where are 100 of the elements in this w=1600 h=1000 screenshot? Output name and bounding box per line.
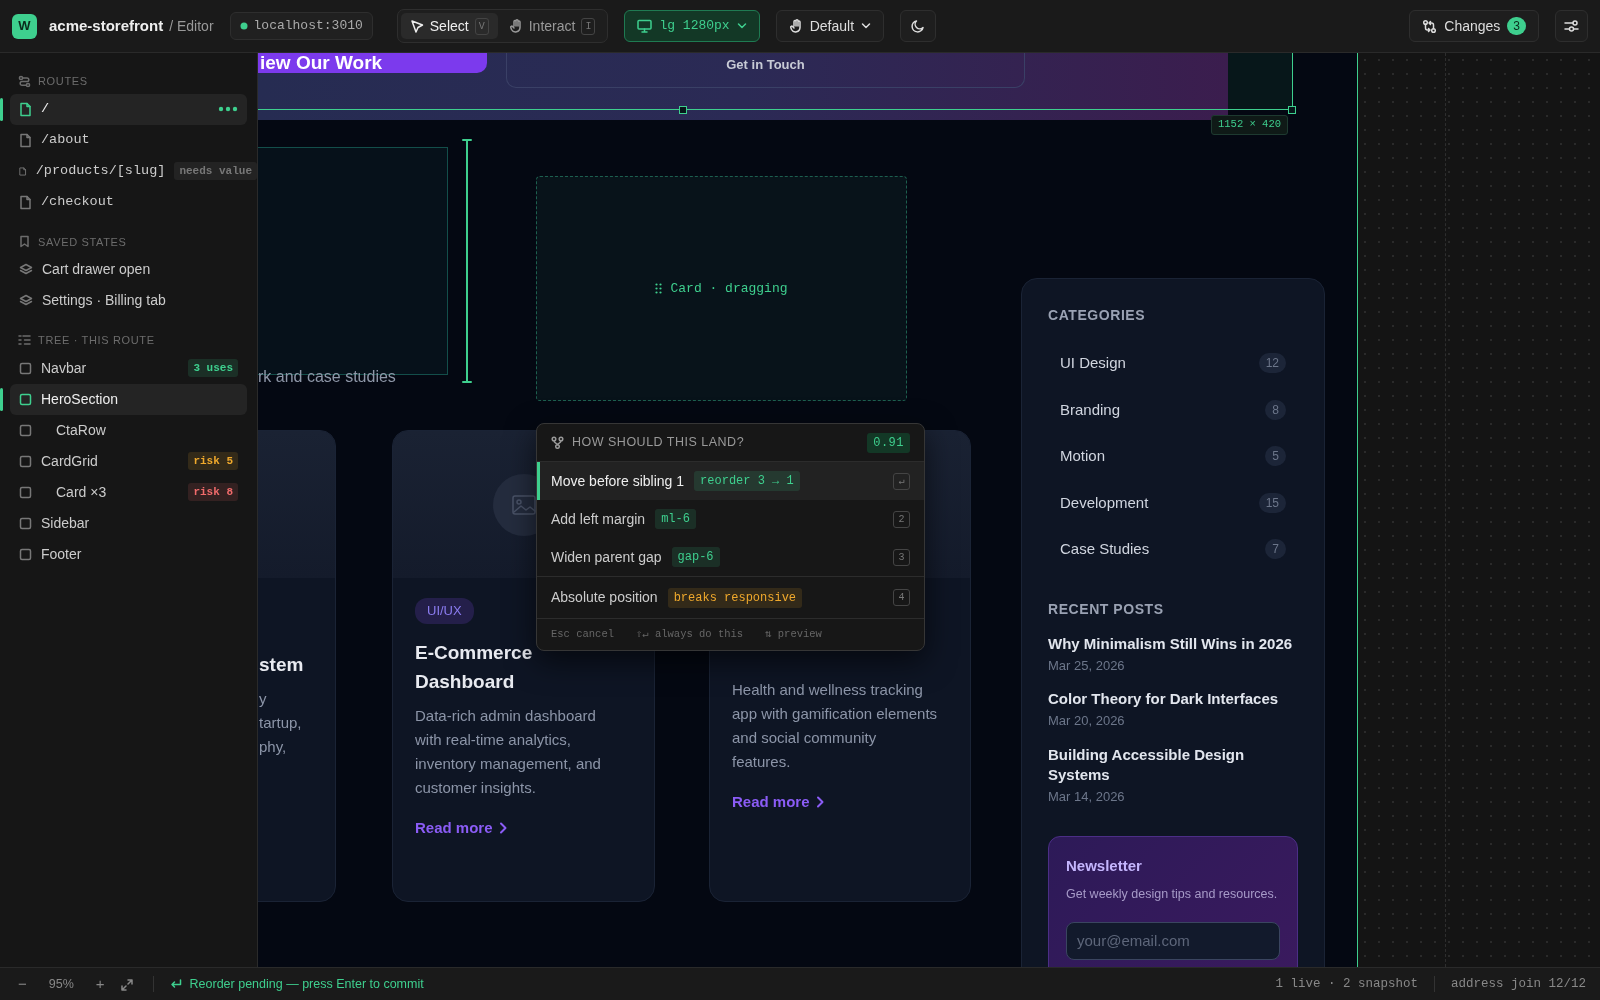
shortcut-key: 4 <box>893 589 910 606</box>
post-date: Mar 25, 2026 <box>1048 656 1126 675</box>
post-date: Mar 14, 2026 <box>1048 787 1126 806</box>
email-field[interactable]: your@email.com <box>1066 921 1280 960</box>
mode-tab[interactable]: Interact I <box>499 13 605 39</box>
sidebar-item[interactable]: Settings · Billing tab <box>10 285 247 316</box>
option-tag: ml-6 <box>655 509 696 529</box>
sidebar-item[interactable]: Cart drawer open <box>10 254 247 285</box>
popover-title: HOW SHOULD THIS LAND? <box>572 434 745 452</box>
card-text: tartup, <box>259 713 303 733</box>
post-title-link[interactable]: Building Accessible Design Systems <box>1048 744 1298 785</box>
grip-icon <box>655 283 663 294</box>
hero-secondary-button[interactable]: Get in Touch <box>506 53 1025 88</box>
sidebar-item[interactable]: /checkout <box>10 186 247 218</box>
score-badge: 0.91 <box>867 432 910 453</box>
card-text: y <box>259 689 268 709</box>
post-title-link[interactable]: Color Theory for Dark Interfaces <box>1048 689 1298 709</box>
count-badge: 12 <box>1258 353 1286 374</box>
breakpoint-dropdown[interactable]: lg 1280px <box>624 10 760 42</box>
section-heading: SAVED STATES <box>38 234 127 250</box>
changes-button[interactable]: Changes 3 <box>1409 10 1539 42</box>
selection-fill <box>1228 53 1292 110</box>
section-heading: ROUTES <box>38 74 88 89</box>
read-more-link[interactable]: Read more <box>415 816 507 839</box>
card-description: Health and wellness tracking app with gamification elements and social community features. <box>732 680 938 772</box>
category-link[interactable]: UI Design 12 <box>1048 340 1298 387</box>
shortcut-key: 2 <box>893 510 910 528</box>
option-item[interactable]: Widen parent gap gap-6 3 <box>537 538 924 576</box>
category-link[interactable]: Case Studies 7 <box>1048 526 1298 573</box>
count-badge: 5 <box>1265 446 1286 467</box>
square-icon <box>19 454 32 468</box>
session-count: 1 live · 2 snapshot <box>1275 975 1418 993</box>
square-icon <box>19 361 32 375</box>
branch-icon <box>551 436 564 449</box>
post-date: Mar 20, 2026 <box>1048 712 1126 730</box>
zoom-out-button[interactable]: − <box>14 972 31 996</box>
body-text: rk and case studies <box>258 367 396 387</box>
expand-icon <box>120 978 133 991</box>
square-icon <box>19 392 32 406</box>
post-title-link[interactable]: Why Minimalism Still Wins in 2026 <box>1048 633 1298 654</box>
shortcut-key: ↵ <box>893 472 910 490</box>
enter-icon <box>169 978 182 990</box>
option-item[interactable]: Add left margin ml-6 2 <box>537 500 924 538</box>
gap-indicator-icon <box>462 139 472 383</box>
sidebar-item[interactable]: /products/[slug] needs value <box>10 155 257 187</box>
category-link[interactable]: Development 15 <box>1048 479 1298 526</box>
sidebar-item[interactable]: CardGrid risk 5 <box>10 445 247 477</box>
sliders-icon <box>1564 19 1579 33</box>
category-link[interactable]: Branding 8 <box>1048 386 1298 433</box>
logo: W <box>12 13 37 39</box>
option-item[interactable]: Move before sibling 1 reorder 3 → 1 ↵ <box>537 462 924 500</box>
option-tag: gap-6 <box>671 547 720 567</box>
count-badge: 7 <box>1265 539 1286 560</box>
chevron-right-icon <box>815 796 824 809</box>
resize-handle[interactable] <box>1288 106 1296 114</box>
monitor-icon <box>637 19 653 33</box>
section-heading: RECENT POSTS <box>1048 599 1165 619</box>
sidebar-item[interactable]: /about <box>10 124 247 156</box>
chevron-down-icon <box>736 22 747 30</box>
sidebar-item[interactable]: Sidebar <box>10 507 247 539</box>
resize-handle[interactable] <box>679 106 687 114</box>
count-badge: 15 <box>1258 492 1286 513</box>
shortcut-key: I <box>581 17 596 35</box>
tag-badge: needs value <box>174 161 257 181</box>
shortcut-key: V <box>474 17 489 35</box>
sidebar-item[interactable]: Footer <box>10 538 247 570</box>
pointer-dropdown[interactable]: Default <box>775 10 884 42</box>
project-name: acme-storefront <box>49 15 164 36</box>
square-icon <box>19 516 32 530</box>
hero-primary-button[interactable]: iew Our Work <box>258 53 487 73</box>
status-dot-icon <box>239 22 248 30</box>
hand-icon <box>788 19 803 33</box>
option-tag: reorder 3 → 1 <box>694 471 800 491</box>
card-title: E-Commerce Dashboard <box>415 640 534 694</box>
more-icon <box>218 106 238 112</box>
layers-icon <box>19 262 33 277</box>
server-address: localhost:3010 <box>253 17 363 36</box>
settings-button[interactable] <box>1555 10 1588 42</box>
drag-ghost[interactable]: Card · dragging <box>536 176 907 401</box>
moon-icon <box>911 19 925 33</box>
breadcrumb-text: / Editor <box>169 16 214 36</box>
category-tag: UI/UX <box>415 598 474 624</box>
sidebar-item[interactable]: CtaRow <box>10 414 247 446</box>
theme-toggle-button[interactable] <box>900 10 936 42</box>
section-icon <box>18 235 31 249</box>
sidebar-item[interactable]: Card ×3 risk 8 <box>10 476 247 508</box>
option-item[interactable]: Absolute position breaks responsive 4 <box>537 576 924 618</box>
cursor-icon <box>409 19 424 33</box>
count-badge: 8 <box>1265 399 1286 420</box>
section-icon <box>18 74 31 88</box>
read-more-link[interactable]: Read more <box>732 791 824 814</box>
square-icon <box>19 547 32 561</box>
shortcut-hint: ⇅ preview <box>765 626 822 642</box>
dimension-label: 1152 × 420 <box>1211 115 1288 135</box>
category-link[interactable]: Motion 5 <box>1048 433 1298 480</box>
drag-label: Card · dragging <box>670 279 788 298</box>
card-description: Data-rich admin dashboard with real-time analytics, inventory management, and customer insights. <box>415 705 602 798</box>
mode-tab[interactable]: Select V <box>400 13 498 39</box>
zoom-in-button[interactable]: + <box>91 972 109 996</box>
sidebar-item[interactable]: Navbar 3 uses <box>10 352 247 384</box>
